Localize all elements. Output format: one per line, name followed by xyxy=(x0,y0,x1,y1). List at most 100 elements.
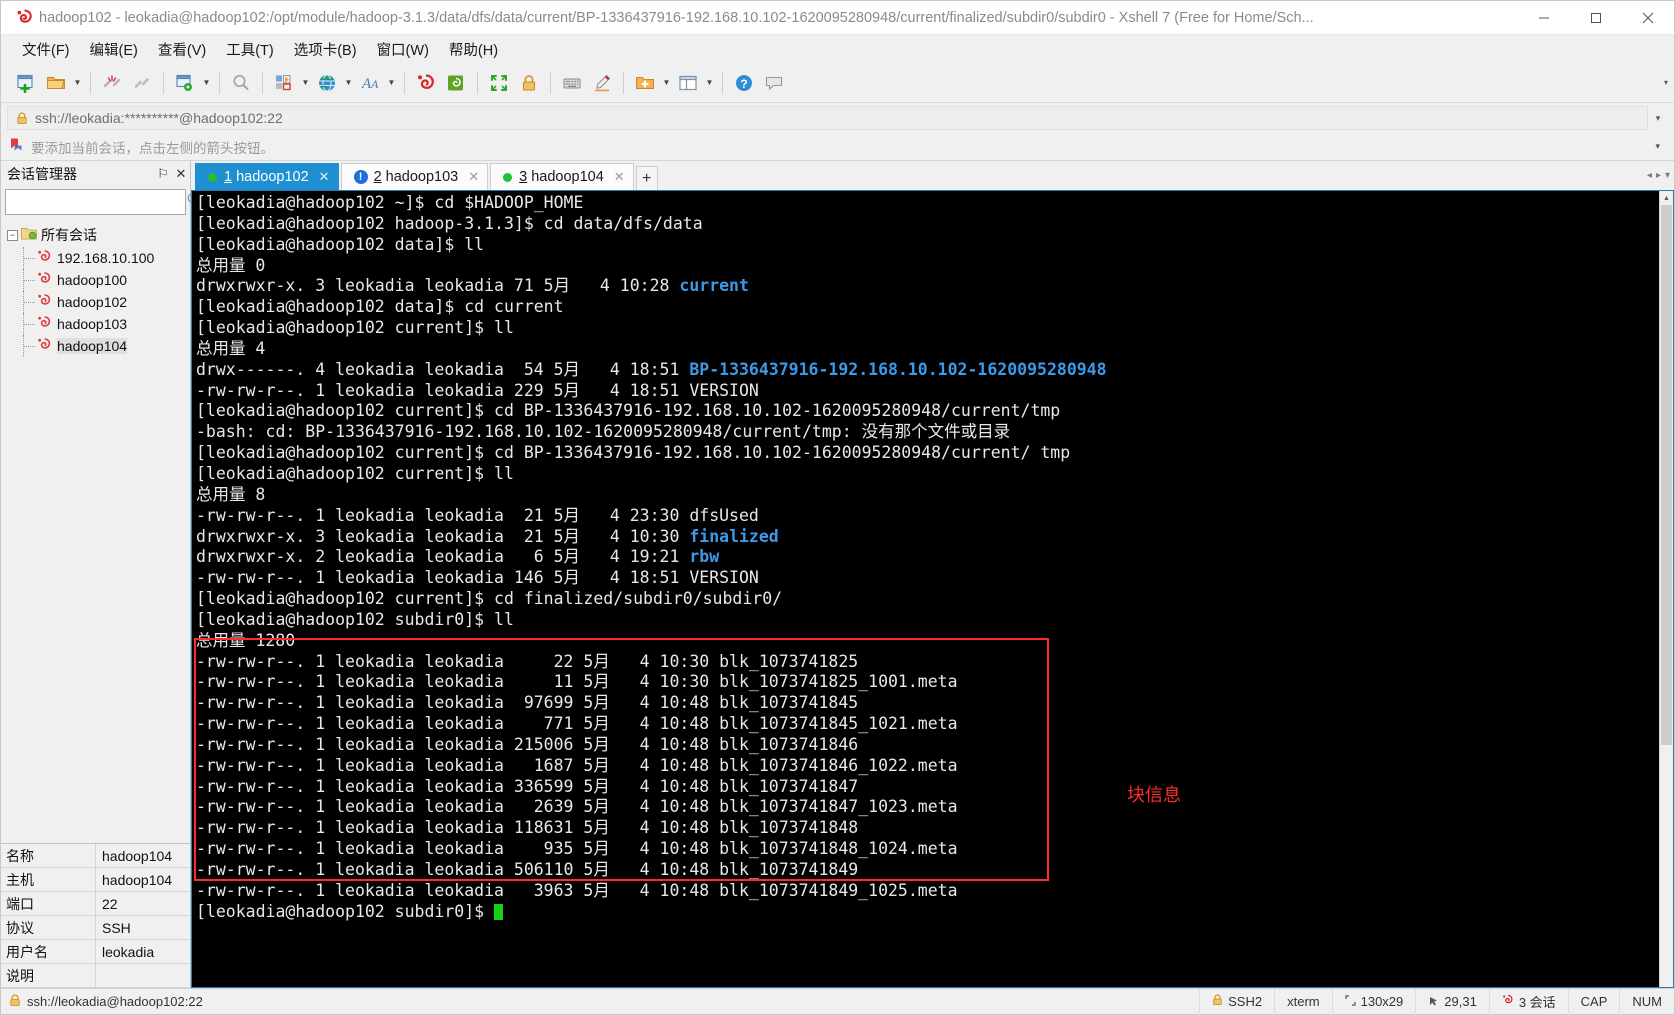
session-item-4[interactable]: hadoop103 xyxy=(1,313,190,335)
address-dropdown-icon[interactable]: ▾ xyxy=(1648,113,1668,124)
reconnect-icon[interactable] xyxy=(127,68,157,98)
tab-close-icon[interactable]: ✕ xyxy=(614,169,625,185)
status-cells: SSH2 xterm 130x29 29,31 3 会话 CAP NUM xyxy=(1199,988,1674,1015)
terminal-view[interactable]: [leokadia@hadoop102 ~]$ cd $HADOOP_HOME [… xyxy=(191,190,1674,988)
menu-bar: 文件(F) 编辑(E) 查看(V) 工具(T) 选项卡(B) 窗口(W) 帮助(… xyxy=(1,35,1674,63)
minimize-button[interactable] xyxy=(1518,1,1570,34)
xshell-icon[interactable] xyxy=(411,68,441,98)
session-item-1[interactable]: 192.168.10.100 xyxy=(1,247,190,269)
toolbar-separator xyxy=(404,71,405,94)
pin-icon[interactable]: ⚐ xyxy=(154,166,172,182)
find-icon[interactable] xyxy=(226,68,256,98)
terminal-text: -rw-rw-r--. 1 leokadia leokadia 336599 5… xyxy=(196,776,859,796)
open-folder-icon[interactable] xyxy=(41,68,71,98)
highlight-icon[interactable] xyxy=(587,68,617,98)
menu-tabs[interactable]: 选项卡(B) xyxy=(285,36,366,63)
help-icon[interactable]: ? xyxy=(729,68,759,98)
terminal-line: -rw-rw-r--. 1 leokadia leokadia 229 5月 4… xyxy=(196,381,1673,402)
menu-view[interactable]: 查看(V) xyxy=(149,36,215,63)
tree-root-all-sessions[interactable]: − 所有会话 xyxy=(1,223,190,247)
terminal-line: -rw-rw-r--. 1 leokadia leokadia 118631 5… xyxy=(196,818,1673,839)
session-properties-icon[interactable] xyxy=(170,68,200,98)
split-view-dropdown-icon[interactable]: ▼ xyxy=(703,68,716,98)
session-label: hadoop100 xyxy=(57,272,128,288)
tab-hadoop102[interactable]: 1 hadoop102 ✕ xyxy=(195,163,339,190)
session-tree: − 所有会话 192.168.10.100 hadoop100 hadoop10… xyxy=(1,219,190,843)
comment-icon[interactable] xyxy=(759,68,789,98)
size-icon xyxy=(1345,994,1356,1009)
session-search-input[interactable] xyxy=(10,194,186,210)
session-search-box[interactable] xyxy=(5,189,201,215)
new-folder-dropdown-icon[interactable]: ▼ xyxy=(660,68,673,98)
terminal-line: -rw-rw-r--. 1 leokadia leokadia 771 5月 4… xyxy=(196,714,1673,735)
maximize-button[interactable] xyxy=(1570,1,1622,34)
session-label: hadoop104 xyxy=(57,338,128,354)
tab-list-icon[interactable]: ▾ xyxy=(1665,170,1670,181)
menu-file[interactable]: 文件(F) xyxy=(13,36,79,63)
session-properties-dropdown-icon[interactable]: ▼ xyxy=(200,68,213,98)
lock-icon xyxy=(9,993,21,1010)
toolbar-separator xyxy=(477,71,478,94)
session-properties-table: 名称 hadoop104 主机 hadoop104 端口 22 协议 SSH 用… xyxy=(1,843,190,988)
tree-line xyxy=(23,258,35,259)
tree-collapse-icon[interactable]: − xyxy=(7,229,18,241)
layout-dropdown-icon[interactable]: ▼ xyxy=(299,68,312,98)
status-cell-sessions: 3 会话 xyxy=(1488,988,1568,1015)
tab-close-icon[interactable]: ✕ xyxy=(468,169,479,185)
ssh-address-value: ssh://leokadia:**********@hadoop102:22 xyxy=(35,110,283,126)
xftp-icon[interactable] xyxy=(441,68,471,98)
menu-tools[interactable]: 工具(T) xyxy=(217,36,283,63)
globe-icon[interactable] xyxy=(312,68,342,98)
ssh-address-field[interactable]: ssh://leokadia:**********@hadoop102:22 xyxy=(7,106,1648,130)
new-folder-icon[interactable] xyxy=(630,68,660,98)
tab-number: 3 xyxy=(519,169,528,185)
tab-prev-icon[interactable]: ◂ xyxy=(1647,170,1652,181)
terminal-text: [leokadia@hadoop102 ~]$ cd $HADOOP_HOME xyxy=(196,193,584,212)
scrollbar-thumb[interactable] xyxy=(1661,205,1672,745)
terminal-scrollbar[interactable]: ▲ xyxy=(1659,191,1673,987)
session-item-3[interactable]: hadoop102 xyxy=(1,291,190,313)
terminal-text: [leokadia@hadoop102 data]$ cd current xyxy=(196,297,564,317)
font-icon[interactable]: A A xyxy=(355,68,385,98)
menu-edit[interactable]: 编辑(E) xyxy=(81,36,147,63)
menu-window[interactable]: 窗口(W) xyxy=(368,36,438,63)
terminal-text: drwxrwxr-x. 3 leokadia leokadia 21 5月 4 … xyxy=(196,526,690,546)
panel-close-icon[interactable]: ✕ xyxy=(172,166,190,182)
new-session-icon[interactable] xyxy=(11,68,41,98)
disconnect-icon[interactable] xyxy=(97,68,127,98)
terminal-directory-name: finalized xyxy=(689,526,779,546)
open-folder-dropdown-icon[interactable]: ▼ xyxy=(71,68,84,98)
session-manager-header: 会话管理器 ⚐ ✕ xyxy=(1,161,190,187)
terminal-line: [leokadia@hadoop102 subdir0]$ ll xyxy=(196,610,1673,631)
notice-dropdown-icon[interactable]: ▾ xyxy=(1655,141,1666,152)
block-info-annotation: 块信息 xyxy=(1127,785,1181,806)
font-dropdown-icon[interactable]: ▼ xyxy=(385,68,398,98)
connected-dot-icon xyxy=(503,172,513,182)
fullscreen-icon[interactable] xyxy=(484,68,514,98)
terminal-text: drwxrwxr-x. 3 leokadia leokadia 71 5月 4 … xyxy=(196,276,680,296)
tab-next-icon[interactable]: ▸ xyxy=(1656,170,1661,181)
layout-icon[interactable] xyxy=(269,68,299,98)
toolbar-separator xyxy=(550,71,551,94)
session-item-5[interactable]: hadoop104 xyxy=(1,335,190,357)
property-value: 22 xyxy=(102,895,118,912)
window-title: hadoop102 - leokadia@hadoop102:/opt/modu… xyxy=(39,9,1314,26)
keyboard-icon[interactable] xyxy=(557,68,587,98)
close-button[interactable] xyxy=(1622,1,1674,34)
lock-icon[interactable] xyxy=(514,68,544,98)
tab-close-icon[interactable]: ✕ xyxy=(319,169,330,185)
tab-hadoop104[interactable]: 3 hadoop104 ✕ xyxy=(490,163,634,190)
tab-hadoop103[interactable]: ! 2 hadoop103 ✕ xyxy=(340,163,489,190)
terminal-text: -rw-rw-r--. 1 leokadia leokadia 22 5月 4 … xyxy=(196,651,859,671)
globe-dropdown-icon[interactable]: ▼ xyxy=(342,68,355,98)
terminal-text: 总用量 8 xyxy=(196,484,266,504)
toolbar-overflow-icon[interactable]: ▾ xyxy=(1664,63,1668,102)
scroll-up-icon[interactable]: ▲ xyxy=(1660,191,1673,205)
toolbar-separator xyxy=(163,71,164,94)
split-view-icon[interactable] xyxy=(673,68,703,98)
tree-root-label: 所有会话 xyxy=(41,227,97,243)
property-row-username: 用户名 leokadia xyxy=(1,940,190,964)
menu-help[interactable]: 帮助(H) xyxy=(440,36,507,63)
new-tab-button[interactable]: + xyxy=(635,166,658,190)
session-item-2[interactable]: hadoop100 xyxy=(1,269,190,291)
